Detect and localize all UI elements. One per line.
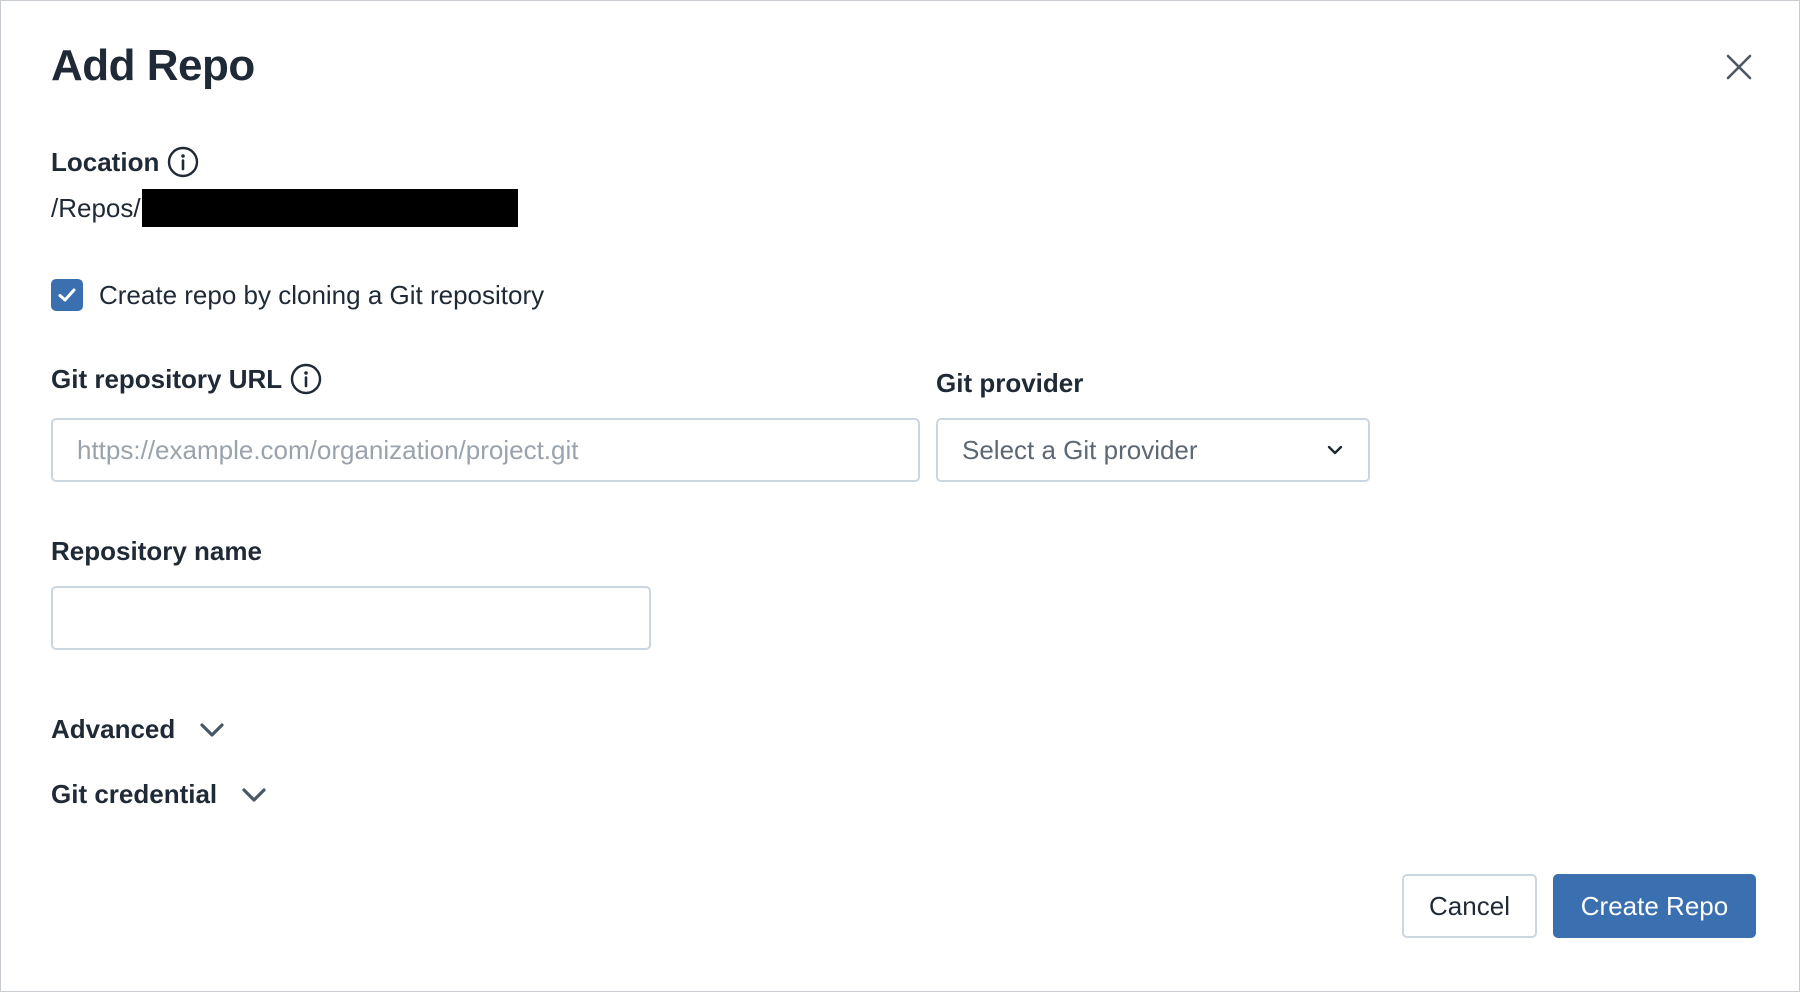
add-repo-dialog: Add Repo Location /Repos/ Create repo by… [0, 0, 1800, 992]
advanced-label: Advanced [51, 714, 176, 744]
chevron-down-icon [1327, 445, 1343, 455]
location-label-text: Location [51, 146, 160, 177]
git-provider-selected: Select a Git provider [962, 434, 1198, 465]
git-provider-select[interactable]: Select a Git provider [936, 418, 1370, 482]
git-credential-label: Git credential [51, 779, 218, 809]
create-repo-button[interactable]: Create Repo [1553, 874, 1756, 938]
info-icon[interactable] [167, 146, 199, 178]
clone-checkbox-row[interactable]: Create repo by cloning a Git repository [51, 279, 544, 311]
close-icon [1726, 54, 1752, 80]
checkmark-icon [58, 288, 76, 302]
repo-name-input[interactable] [51, 586, 651, 650]
git-url-label: Git repository URL [51, 363, 322, 395]
repo-name-label: Repository name [51, 536, 262, 567]
git-url-input[interactable] [51, 418, 920, 482]
clone-checkbox-label: Create repo by cloning a Git repository [99, 279, 545, 310]
clone-checkbox[interactable] [51, 279, 83, 311]
cancel-button[interactable]: Cancel [1402, 874, 1537, 938]
location-label: Location [51, 146, 199, 178]
git-provider-label-text: Git provider [936, 368, 1084, 398]
dialog-title: Add Repo [51, 41, 255, 90]
chevron-down-icon [200, 722, 224, 737]
location-path: /Repos/ [51, 189, 518, 227]
chevron-down-icon [242, 787, 266, 802]
info-icon[interactable] [290, 363, 322, 395]
close-button[interactable] [1719, 47, 1759, 87]
git-url-label-text: Git repository URL [51, 363, 283, 394]
advanced-toggle[interactable]: Advanced [51, 714, 225, 745]
repo-name-label-text: Repository name [51, 536, 262, 566]
git-provider-label: Git provider [936, 368, 1083, 399]
git-credential-toggle[interactable]: Git credential [51, 779, 267, 810]
location-path-prefix: /Repos/ [51, 192, 141, 223]
redacted-block [141, 189, 518, 227]
